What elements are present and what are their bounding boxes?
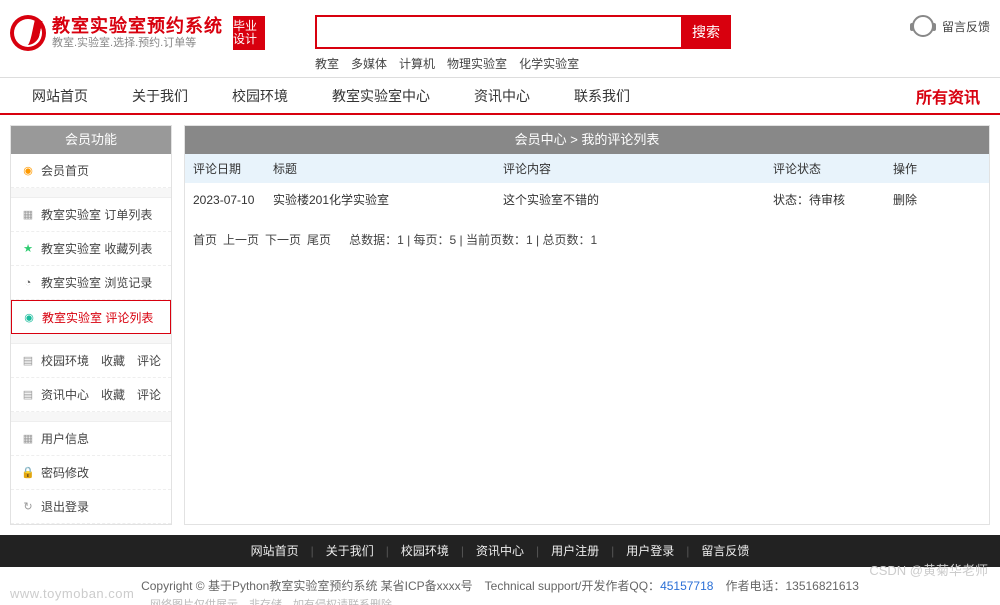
footer-link[interactable]: 校园环境 [401, 544, 449, 558]
sidebar-item-label: 用户信息 [41, 430, 89, 447]
site-title: 教室实验室预约系统 [52, 17, 223, 37]
sidebar-item[interactable]: ▦ 用户信息 [11, 422, 171, 456]
out-icon: ↻ [21, 500, 35, 514]
table-cell: 实验楼201化学实验室 [265, 183, 495, 217]
clock-icon: ◔ [21, 276, 35, 290]
star-icon: ★ [21, 242, 35, 256]
sidebar-item[interactable]: ◉ 教室实验室 评论列表 [11, 300, 171, 334]
sidebar-item[interactable]: ▦ 教室实验室 订单列表 [11, 198, 171, 232]
sidebar-item-label: 资讯中心 收藏 评论 [41, 386, 161, 403]
watermark-right: CSDN @黄菊华老师 [869, 560, 988, 579]
logo-block[interactable]: 教室实验室预约系统 教室.实验室.选择.预约.订单等 毕业设计 [10, 15, 265, 51]
nav-item[interactable]: 教室实验室中心 [310, 77, 452, 115]
sidebar-item-label: 教室实验室 评论列表 [42, 309, 153, 326]
footer-link[interactable]: 用户注册 [551, 544, 599, 558]
table-header: 评论状态 [765, 154, 885, 183]
qq-link[interactable]: 45157718 [660, 579, 713, 593]
main-panel: 会员中心 > 我的评论列表 评论日期标题评论内容评论状态操作 2023-07-1… [184, 125, 990, 525]
main-nav: 网站首页关于我们校园环境教室实验室中心资讯中心联系我们 所有资讯 [0, 77, 1000, 115]
footer-link[interactable]: 网站首页 [251, 544, 299, 558]
box-icon: ▤ [21, 388, 35, 402]
copyright: Copyright © 基于Python教室实验室预约系统 某省ICP备xxxx… [0, 567, 1000, 596]
home-icon: ◉ [21, 164, 35, 178]
sidebar-item-label: 会员首页 [41, 162, 89, 179]
nav-item[interactable]: 资讯中心 [452, 77, 552, 115]
table-cell: 这个实验室不错的 [495, 183, 765, 217]
lock-icon: 🔒 [21, 466, 35, 480]
pager-link[interactable]: 上一页 [223, 233, 259, 247]
dot-icon: ◉ [22, 310, 36, 324]
table-cell: 2023-07-10 [185, 183, 265, 217]
feedback-label: 留言反馈 [942, 18, 990, 35]
grid-icon: ▦ [21, 432, 35, 446]
search-tag[interactable]: 化学实验室 [519, 57, 579, 71]
nav-item[interactable]: 联系我们 [552, 77, 652, 115]
pager-link[interactable]: 下一页 [265, 233, 301, 247]
footer-link[interactable]: 资讯中心 [476, 544, 524, 558]
sidebar-item[interactable]: ★ 教室实验室 收藏列表 [11, 232, 171, 266]
sidebar: 会员功能 ◉ 会员首页 ▦ 教室实验室 订单列表 ★ 教室实验室 收藏列表 ◔ 教室实验室 浏… [10, 125, 172, 525]
delete-link[interactable]: 删除 [885, 183, 989, 217]
sidebar-item-label: 教室实验室 收藏列表 [41, 240, 152, 257]
site-subtitle: 教室.实验室.选择.预约.订单等 [52, 37, 223, 49]
search-button[interactable]: 搜索 [681, 15, 731, 49]
sidebar-item[interactable]: ▤ 校园环境 收藏 评论 [11, 344, 171, 378]
footer-nav: 网站首页|关于我们|校园环境|资讯中心|用户注册|用户登录|留言反馈 [0, 535, 1000, 567]
search-tags: 教室多媒体计算机物理实验室化学实验室 [315, 55, 731, 72]
footer-link[interactable]: 用户登录 [626, 544, 674, 558]
pager-link[interactable]: 尾页 [307, 233, 331, 247]
table-header: 评论日期 [185, 154, 265, 183]
table-header: 标题 [265, 154, 495, 183]
pager: 首页上一页下一页尾页 总数据：1 | 每页：5 | 当前页数：1 | 总页数：1 [185, 217, 989, 262]
pager-stats: 总数据：1 | 每页：5 | 当前页数：1 | 总页数：1 [337, 233, 597, 247]
watermark-left: www.toymoban.com [10, 586, 134, 601]
breadcrumb: 会员中心 > 我的评论列表 [185, 126, 989, 154]
search-tag[interactable]: 计算机 [399, 57, 435, 71]
logo-icon [10, 15, 46, 51]
footer-link[interactable]: 关于我们 [326, 544, 374, 558]
search-tag[interactable]: 教室 [315, 57, 339, 71]
sidebar-title: 会员功能 [11, 126, 171, 154]
nav-item[interactable]: 网站首页 [10, 77, 110, 115]
nav-item[interactable]: 关于我们 [110, 77, 210, 115]
sidebar-item-label: 教室实验室 订单列表 [41, 206, 152, 223]
table-header: 操作 [885, 154, 989, 183]
nav-item[interactable]: 校园环境 [210, 77, 310, 115]
logo-badge: 毕业设计 [233, 16, 265, 50]
feedback-link[interactable]: 留言反馈 [912, 15, 990, 37]
pager-link[interactable]: 首页 [193, 233, 217, 247]
nav-right-link[interactable]: 所有资讯 [916, 84, 990, 108]
sidebar-item-label: 校园环境 收藏 评论 [41, 352, 161, 369]
table-row: 2023-07-10实验楼201化学实验室这个实验室不错的状态：待审核删除 [185, 183, 989, 217]
sidebar-item[interactable]: 🔒 密码修改 [11, 456, 171, 490]
sidebar-item-label: 教室实验室 浏览记录 [41, 274, 152, 291]
search-input[interactable] [315, 15, 681, 49]
table-header: 评论内容 [495, 154, 765, 183]
sidebar-item-label: 密码修改 [41, 464, 89, 481]
search-tag[interactable]: 物理实验室 [447, 57, 507, 71]
sidebar-item[interactable]: ◉ 会员首页 [11, 154, 171, 188]
grid-icon: ▦ [21, 208, 35, 222]
sidebar-item[interactable]: ◔ 教室实验室 浏览记录 [11, 266, 171, 300]
watermark-note: 网络图片仅供展示，非存储，如有侵权请联系删除。 [0, 596, 1000, 605]
box-icon: ▤ [21, 354, 35, 368]
sidebar-item[interactable]: ↻ 退出登录 [11, 490, 171, 524]
headset-icon [912, 15, 934, 37]
table-cell: 状态：待审核 [765, 183, 885, 217]
footer-link[interactable]: 留言反馈 [701, 544, 749, 558]
search-tag[interactable]: 多媒体 [351, 57, 387, 71]
sidebar-item[interactable]: ▤ 资讯中心 收藏 评论 [11, 378, 171, 412]
comment-table: 评论日期标题评论内容评论状态操作 2023-07-10实验楼201化学实验室这个… [185, 154, 989, 217]
sidebar-item-label: 退出登录 [41, 498, 89, 515]
